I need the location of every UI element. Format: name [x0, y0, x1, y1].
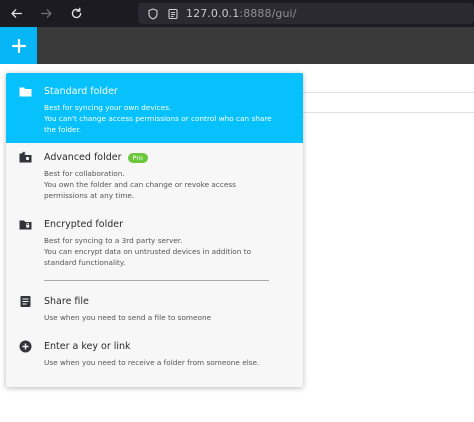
menu-item-enter-key[interactable]: Enter a key or link Use when you need to… [6, 340, 303, 370]
menu-item-desc: You own the folder and can change or rev… [44, 180, 236, 189]
back-arrow-icon[interactable] [8, 6, 24, 22]
add-button[interactable] [0, 27, 37, 64]
menu-item-title: Share file [44, 296, 89, 307]
app-header [0, 27, 474, 64]
menu-item-advanced-folder[interactable]: Advanced folder Pro Best for collaboratio… [6, 151, 303, 205]
file-icon [19, 295, 32, 308]
menu-item-title: Advanced folder Pro [44, 151, 303, 164]
menu-item-desc: standard functionality. [44, 258, 126, 267]
menu-item-standard-folder[interactable]: Standard folder Best for syncing your ow… [6, 73, 303, 143]
shield-icon[interactable] [146, 7, 160, 21]
folder-icon [19, 85, 32, 98]
menu-item-title: Encrypted folder [44, 219, 124, 230]
pro-badge: Pro [127, 152, 148, 163]
encrypted-folder-icon [19, 218, 32, 231]
menu-item-title-text: Advanced folder [44, 152, 122, 163]
plus-circle-icon [19, 340, 32, 353]
menu-item-desc: Use when you need to send a file to some… [44, 313, 212, 322]
menu-item-desc: Best for collaboration. [44, 169, 125, 178]
menu-item-share-file[interactable]: Share file Use when you need to send a f… [6, 295, 303, 325]
address-bar[interactable]: 127.0.0.1:8888/gui/ [138, 3, 474, 24]
menu-item-desc: You can encrypt data on untrusted device… [44, 247, 252, 256]
menu-item-title: Enter a key or link [44, 341, 131, 352]
forward-arrow-icon[interactable] [38, 6, 54, 22]
menu-item-desc: the folder. [44, 125, 82, 134]
reload-icon[interactable] [68, 6, 84, 22]
plus-icon [11, 38, 26, 53]
menu-item-encrypted-folder[interactable]: Encrypted folder Best for syncing to a 3… [6, 218, 303, 272]
menu-divider [44, 280, 269, 281]
url-text: 127.0.0.1:8888/gui/ [186, 7, 297, 20]
menu-item-desc: Best for syncing your own devices. [44, 103, 172, 112]
menu-item-desc: You can't change access permissions or c… [44, 114, 272, 123]
menu-item-title: Standard folder [44, 86, 118, 97]
background-divider [303, 92, 474, 93]
menu-item-desc: Best for syncing to a 3rd party server. [44, 236, 183, 245]
advanced-folder-icon [19, 151, 32, 164]
browser-toolbar: 127.0.0.1:8888/gui/ [0, 0, 474, 27]
add-menu: Standard folder Best for syncing your ow… [6, 73, 303, 387]
page-info-icon[interactable] [166, 7, 180, 21]
menu-item-desc: permissions at any time. [44, 191, 135, 200]
menu-item-desc: Use when you need to receive a folder fr… [44, 358, 260, 367]
background-divider [303, 112, 474, 113]
